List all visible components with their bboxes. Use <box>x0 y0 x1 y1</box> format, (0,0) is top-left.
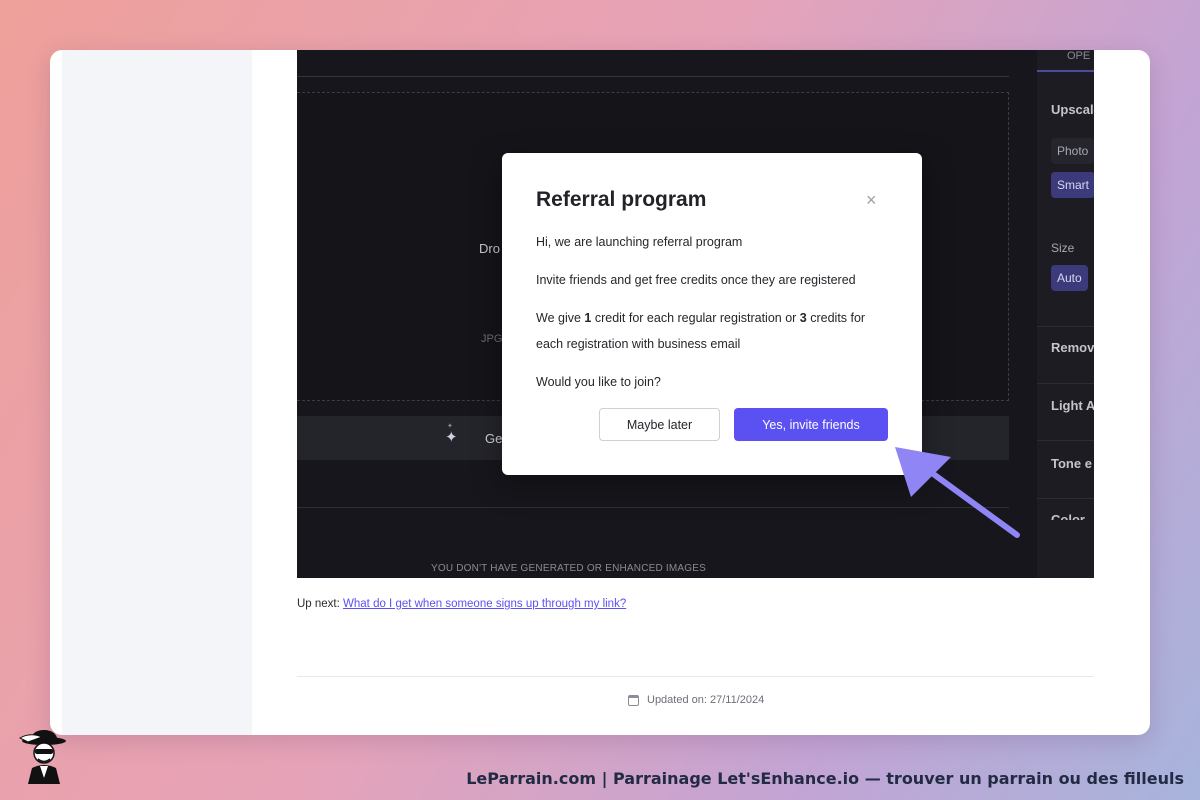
sparkle-icon: ✦ <box>445 429 458 446</box>
dropzone-text: Dro <box>479 241 500 256</box>
tab-indicator <box>1037 70 1094 72</box>
divider <box>297 76 1009 77</box>
divider <box>1037 383 1094 384</box>
up-next-label: Up next: <box>297 598 344 610</box>
option-photo[interactable]: Photo <box>1051 138 1094 164</box>
up-next: Up next: What do I get when someone sign… <box>297 598 626 610</box>
close-icon[interactable]: × <box>866 191 877 209</box>
section-light[interactable]: Light A <box>1051 398 1094 413</box>
option-smart[interactable]: Smart <box>1051 172 1094 198</box>
modal-credits-text: We give 1 credit for each regular regist… <box>536 305 865 331</box>
settings-panel: OPE Upscal Photo Smart Size Auto Remov L… <box>1037 50 1094 578</box>
updated-date: Updated on: 27/11/2024 <box>628 694 764 706</box>
modal-business-text: each registration with business email <box>536 337 741 351</box>
generate-label: Ge <box>485 431 503 446</box>
size-label: Size <box>1051 241 1075 255</box>
leparrain-logo <box>18 730 66 784</box>
arrow-pointer-icon <box>895 447 1020 538</box>
empty-state-text: YOU DON'T HAVE GENERATED OR ENHANCED IMA… <box>431 563 706 574</box>
section-upscale[interactable]: Upscal <box>1051 102 1094 117</box>
divider <box>1037 326 1094 327</box>
updated-text: Updated on: 27/11/2024 <box>647 694 765 706</box>
divider <box>1037 498 1094 499</box>
up-next-link[interactable]: What do I get when someone signs up thro… <box>343 598 626 610</box>
modal-invite-text: Invite friends and get free credits once… <box>536 273 856 287</box>
section-tone[interactable]: Tone e <box>1051 456 1092 471</box>
text: credit for each regular registration or <box>591 311 800 325</box>
section-remove[interactable]: Remov <box>1051 340 1094 355</box>
divider <box>297 676 1094 677</box>
modal-intro: Hi, we are launching referral program <box>536 235 743 249</box>
size-auto[interactable]: Auto <box>1051 265 1088 291</box>
maybe-later-button[interactable]: Maybe later <box>599 408 720 441</box>
text: We give <box>536 311 585 325</box>
referral-modal: Referral program × Hi, we are launching … <box>502 153 922 475</box>
invite-friends-button[interactable]: Yes, invite friends <box>734 408 888 441</box>
dropzone-formats: JPG <box>481 333 503 345</box>
section-color[interactable]: Color <box>1051 512 1085 520</box>
divider <box>1037 440 1094 441</box>
calendar-icon <box>628 694 639 706</box>
article-card: Dro JPG ✦ ✦ Ge YOU DON'T HAVE GENERATED … <box>50 50 1150 735</box>
left-sidebar <box>62 50 252 735</box>
text: credits for <box>806 311 866 325</box>
modal-title: Referral program <box>536 188 707 211</box>
footer-caption: LeParrain.com | Parrainage Let'sEnhance.… <box>466 769 1184 788</box>
credit-count: 3 <box>799 311 807 325</box>
tab-open[interactable]: OPE <box>1067 50 1090 62</box>
modal-question: Would you like to join? <box>536 375 661 389</box>
